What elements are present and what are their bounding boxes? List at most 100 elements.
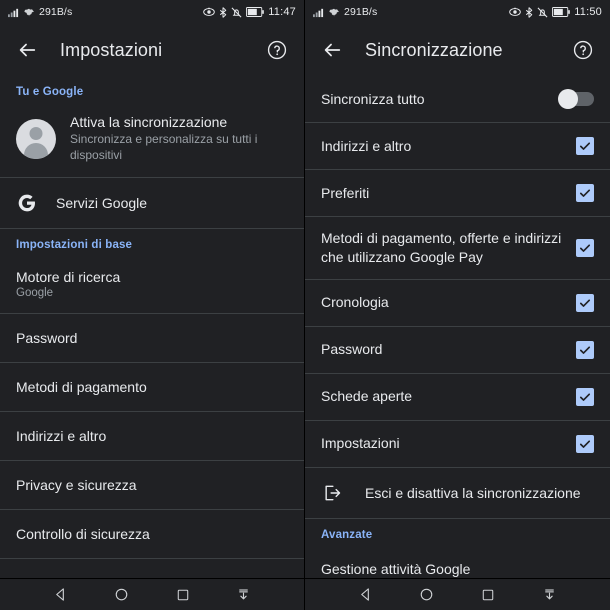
sync-all-toggle[interactable]	[558, 89, 594, 109]
sync-item-label: Metodi di pagamento, offerte e indirizzi…	[321, 230, 562, 265]
sync-item-checkbox[interactable]	[576, 184, 594, 202]
nav-hide-keyboard-icon[interactable]	[229, 580, 259, 610]
dual-screenshot-container: 291B/s 11:47 Impostazioni Tu e Google At…	[0, 0, 610, 610]
logout-icon	[321, 482, 343, 504]
sync-screen: 291B/s 11:50 Sincronizzazione Sincronizz…	[305, 0, 610, 610]
sync-item-label: Preferiti	[321, 184, 370, 201]
avatar	[16, 118, 56, 159]
wifi-icon	[23, 7, 35, 18]
back-arrow-icon[interactable]	[14, 37, 40, 63]
signal-icon	[8, 7, 19, 18]
navigation-bar-right	[305, 578, 610, 610]
list-item-title: Motore di ricerca	[16, 269, 121, 286]
section-header-basics: Impostazioni di base	[16, 239, 133, 252]
sync-item-label: Impostazioni	[321, 435, 400, 452]
sync-item-row[interactable]: Indirizzi e altro	[305, 123, 610, 169]
signal-icon	[313, 7, 324, 18]
status-bar-left: 291B/s 11:47	[0, 0, 304, 24]
sync-item-row[interactable]: Schede aperte	[305, 374, 610, 420]
account-row-turn-on-sync[interactable]: Attiva la sincronizzazione Sincronizza e…	[0, 102, 304, 177]
divider	[0, 558, 304, 560]
list-item-subtitle: Google	[16, 287, 54, 300]
nav-home-icon[interactable]	[107, 580, 137, 610]
bluetooth-icon	[525, 6, 533, 18]
toggle-knob	[558, 89, 578, 109]
sync-item-checkbox[interactable]	[576, 434, 594, 453]
app-bar-settings: Impostazioni	[0, 24, 304, 76]
list-item[interactable]: Motore di ricerca Google	[0, 255, 304, 313]
sync-item-row[interactable]: Preferiti	[305, 170, 610, 216]
wifi-icon	[328, 7, 340, 18]
google-services-row[interactable]: Servizi Google	[0, 178, 304, 228]
sync-item-label: Password	[321, 341, 383, 358]
nav-recents-icon[interactable]	[473, 580, 503, 610]
list-item-title: Privacy e sicurezza	[16, 477, 137, 494]
list-item[interactable]: Controllo di sicurezza	[0, 510, 304, 558]
eye-icon	[203, 7, 216, 17]
sync-item-checkbox[interactable]	[576, 137, 594, 155]
sync-all-row[interactable]: Sincronizza tutto	[305, 76, 610, 122]
sync-item-checkbox[interactable]	[576, 340, 594, 359]
account-title: Attiva la sincronizzazione	[70, 114, 228, 130]
status-bar-left-group: 291B/s	[313, 6, 377, 18]
sync-item-row[interactable]: Cronologia	[305, 280, 610, 326]
sync-item-label: Cronologia	[321, 294, 389, 311]
sync-item-label: Indirizzi e altro	[321, 137, 412, 154]
navigation-bar-left	[0, 578, 304, 610]
network-speed: 291B/s	[39, 6, 73, 18]
nav-hide-keyboard-icon[interactable]	[534, 580, 564, 610]
back-arrow-icon[interactable]	[319, 37, 345, 63]
sync-item-row[interactable]: Impostazioni	[305, 421, 610, 467]
sync-item-row[interactable]: Password	[305, 327, 610, 373]
list-item[interactable]: Indirizzi e altro	[0, 412, 304, 460]
section-header-advanced: Avanzate	[321, 528, 373, 541]
google-g-icon	[16, 192, 38, 214]
sign-out-and-turn-off-sync-button[interactable]: Esci e disattiva la sincronizzazione	[305, 468, 610, 518]
clock-right: 11:50	[574, 6, 602, 18]
avatar-body	[24, 142, 48, 159]
list-item-title: Metodi di pagamento	[16, 379, 147, 396]
sync-item-checkbox[interactable]	[576, 293, 594, 312]
page-title-settings: Impostazioni	[60, 39, 163, 60]
account-text: Attiva la sincronizzazione Sincronizza e…	[70, 114, 288, 163]
nav-recents-icon[interactable]	[168, 580, 198, 610]
status-bar-left-group: 291B/s	[8, 6, 72, 18]
nav-back-icon[interactable]	[46, 580, 76, 610]
avatar-head	[29, 126, 43, 140]
account-subtitle: Sincronizza e personalizza su tutti i di…	[70, 132, 258, 162]
nav-back-icon[interactable]	[351, 580, 381, 610]
notifications-off-icon	[231, 7, 242, 18]
settings-screen: 291B/s 11:47 Impostazioni Tu e Google At…	[0, 0, 305, 610]
list-item[interactable]: Metodi di pagamento	[0, 363, 304, 411]
section-header-you-and-google: Tu e Google	[16, 86, 84, 98]
clock-left: 11:47	[268, 6, 296, 18]
list-item-title: Indirizzi e altro	[16, 428, 107, 445]
status-bar-right-group: 11:50	[509, 6, 602, 18]
list-item[interactable]: Privacy e sicurezza	[0, 461, 304, 509]
sync-item-checkbox[interactable]	[576, 387, 594, 406]
help-icon[interactable]	[264, 37, 290, 63]
network-speed: 291B/s	[344, 6, 378, 18]
sign-out-label: Esci e disattiva la sincronizzazione	[365, 484, 581, 501]
sync-item-checkbox[interactable]	[576, 238, 594, 257]
bluetooth-icon	[219, 6, 227, 18]
nav-home-icon[interactable]	[412, 580, 442, 610]
sync-all-label: Sincronizza tutto	[321, 90, 425, 107]
list-item[interactable]: Password	[0, 314, 304, 362]
sync-content: Sincronizza tutto Indirizzi e altro Pref…	[305, 76, 610, 578]
sync-item-label: Schede aperte	[321, 388, 413, 405]
app-bar-sync: Sincronizzazione	[305, 24, 610, 76]
sync-item-row[interactable]: Metodi di pagamento, offerte e indirizzi…	[305, 217, 610, 279]
page-title-sync: Sincronizzazione	[365, 39, 503, 60]
help-icon[interactable]	[570, 37, 596, 63]
list-item[interactable]: Gestione attività Google	[305, 545, 610, 578]
google-services-label: Servizi Google	[56, 195, 148, 212]
settings-content: Tu e Google Attiva la sincronizzazione S…	[0, 76, 304, 578]
status-bar-right-group: 11:47	[203, 6, 296, 18]
notifications-off-icon	[537, 7, 548, 18]
list-item-title: Password	[16, 330, 78, 347]
battery-icon	[246, 7, 265, 17]
eye-icon	[509, 7, 522, 17]
list-item-title: Controllo di sicurezza	[16, 526, 150, 543]
list-item-title: Gestione attività Google	[321, 560, 471, 577]
